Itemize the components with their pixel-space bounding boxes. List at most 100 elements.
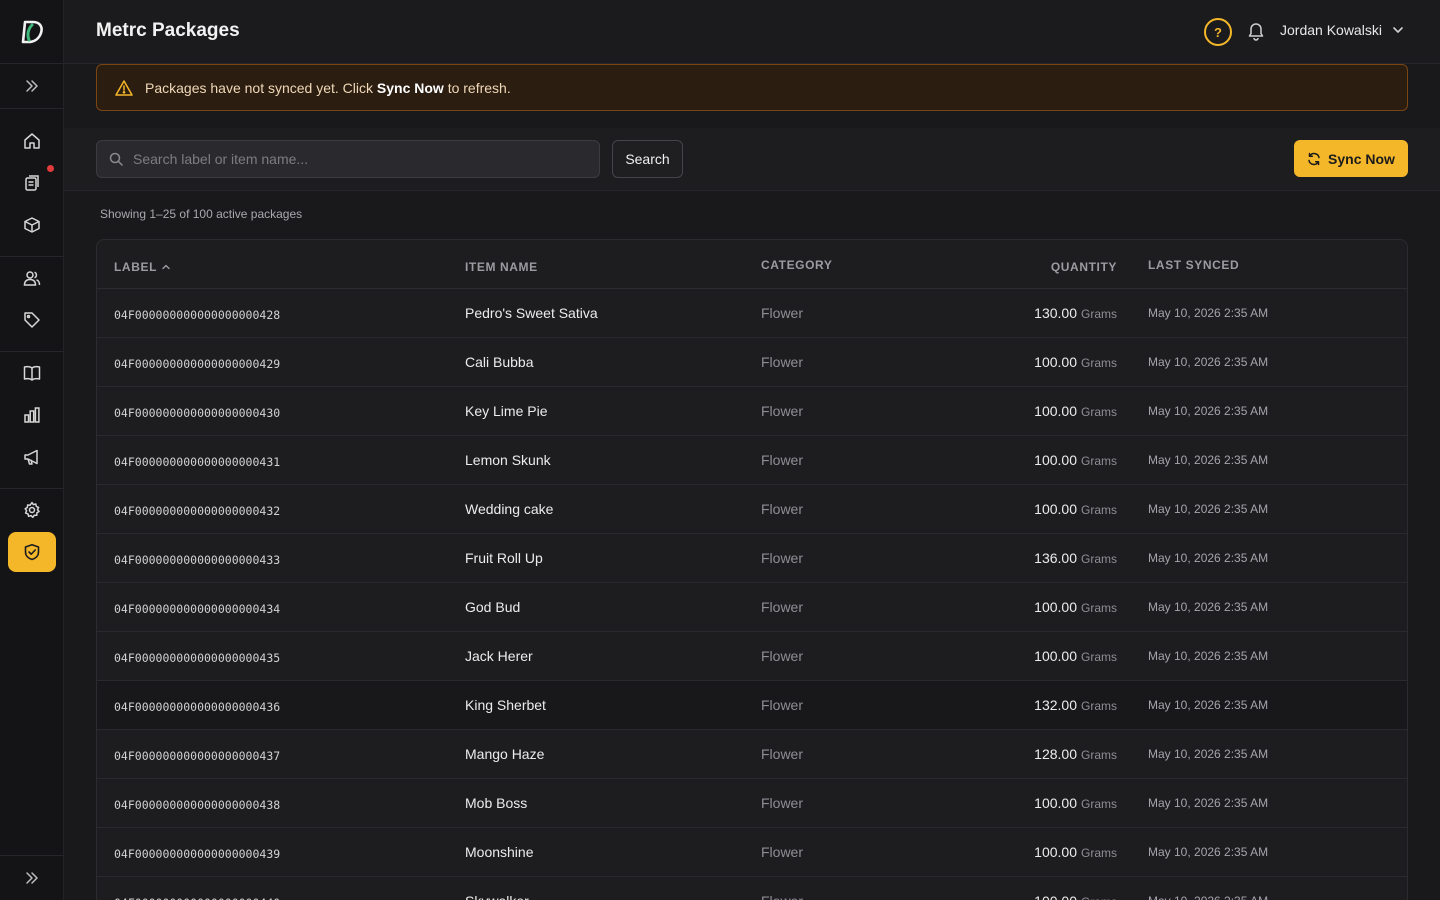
category: Flower — [761, 648, 804, 664]
package-label: 04F000000000000000000437 — [114, 749, 281, 763]
package-label: 04F000000000000000000434 — [114, 602, 281, 616]
sidebar-item-orders[interactable] — [8, 163, 56, 203]
gear-icon — [24, 501, 40, 519]
quantity-value: 100.00 — [1034, 403, 1077, 419]
quantity: 100.00 Grams — [1034, 893, 1117, 900]
category: Flower — [761, 403, 804, 419]
last-synced: May 10, 2026 2:35 AM — [1148, 894, 1268, 900]
last-synced: May 10, 2026 2:35 AM — [1148, 698, 1269, 712]
chevrons-right-icon — [26, 80, 38, 92]
last-synced: May 10, 2026 2:35 AM — [1148, 600, 1269, 614]
table-row[interactable]: 04F000000000000000000432 Wedding cake Flow… — [97, 485, 1407, 534]
item-name: Cali Bubba — [465, 354, 534, 370]
last-synced: May 10, 2026 2:35 AM — [1148, 747, 1269, 761]
sidebar-item-products[interactable] — [8, 205, 56, 245]
notifications-button[interactable] — [1246, 21, 1266, 46]
app-logo[interactable] — [0, 0, 64, 64]
search-field[interactable] — [96, 140, 600, 178]
table-row[interactable]: 04F000000000000000000430 Key Lime Pie Flow… — [97, 387, 1407, 436]
quantity: 100.00 Grams — [1034, 795, 1117, 811]
quantity-unit: Grams — [1081, 405, 1117, 419]
last-synced: May 10, 2026 2:35 AM — [1148, 796, 1269, 810]
quantity: 130.00 Grams — [1034, 305, 1117, 321]
quantity: 136.00 Grams — [1034, 550, 1117, 566]
last-synced: May 10, 2026 2:35 AM — [1148, 453, 1269, 467]
sidebar-item-compliance[interactable] — [8, 532, 56, 572]
sidebar-item-settings[interactable] — [8, 490, 56, 530]
logo-icon — [21, 20, 43, 43]
item-name: Wedding cake — [465, 501, 554, 517]
table-row[interactable]: 04F000000000000000000429 Cali Bubba Flower… — [97, 338, 1407, 387]
item-name: Mob Boss — [465, 795, 528, 811]
quantity-value: 128.00 — [1034, 746, 1077, 762]
bar-chart-icon — [24, 407, 40, 423]
megaphone-icon — [24, 449, 38, 465]
column-header-quantity[interactable]: QUANTITY — [1051, 260, 1117, 274]
quantity-unit: Grams — [1081, 454, 1117, 468]
sidebar-divider — [0, 488, 64, 489]
category: Flower — [761, 893, 803, 900]
last-synced: May 10, 2026 2:35 AM — [1148, 502, 1269, 516]
table-row[interactable]: 04F000000000000000000428 Pedro's Sweet Sa… — [97, 289, 1407, 338]
last-synced: May 10, 2026 2:35 AM — [1148, 845, 1269, 859]
category: Flower — [761, 746, 804, 762]
search-input[interactable] — [133, 151, 573, 167]
quantity-unit: Grams — [1081, 601, 1117, 615]
table-row[interactable]: 04F000000000000000000439 Moonshine Flower 1… — [97, 828, 1407, 877]
category: Flower — [761, 501, 804, 517]
quantity-unit: Grams — [1081, 699, 1117, 713]
item-name: Pedro's Sweet Sativa — [465, 305, 598, 321]
category: Flower — [761, 305, 804, 321]
quantity-unit: Grams — [1081, 552, 1117, 566]
category: Flower — [761, 452, 804, 468]
last-synced: May 10, 2026 2:35 AM — [1148, 355, 1269, 369]
item-name: Mango Haze — [465, 746, 545, 762]
sync-now-button[interactable]: Sync Now — [1294, 140, 1408, 177]
chevrons-right-icon — [26, 872, 38, 884]
sidebar-item-catalog[interactable] — [8, 353, 56, 393]
quantity: 100.00 Grams — [1034, 354, 1117, 370]
search-button[interactable]: Search — [612, 140, 683, 178]
item-name: King Sherbet — [465, 697, 546, 713]
sidebar-item-reports[interactable] — [8, 395, 56, 435]
sidebar-expand-button[interactable] — [0, 64, 64, 109]
tag-icon — [24, 312, 40, 328]
page-title: Metrc Packages — [96, 20, 240, 41]
sync-now-label: Sync Now — [1328, 150, 1395, 167]
sidebar-item-promotions[interactable] — [8, 300, 56, 340]
table-row[interactable]: 04F000000000000000000438 Mob Boss Flower 10… — [97, 779, 1407, 828]
table-row[interactable]: 04F000000000000000000434 God Bud Flower 100… — [97, 583, 1407, 632]
column-header-category[interactable]: CATEGORY — [761, 258, 832, 272]
quantity-unit: Grams — [1081, 650, 1117, 664]
sidebar-collapse-button[interactable] — [0, 855, 64, 900]
table-row[interactable]: 04F000000000000000000440 Skywalker Flower 1… — [97, 877, 1407, 900]
sidebar-divider — [0, 256, 64, 257]
table-row[interactable]: 04F000000000000000000436 King Sherbet Flow… — [97, 681, 1407, 730]
column-header-label[interactable]: LABEL — [114, 260, 171, 274]
help-icon: ? — [1214, 24, 1222, 40]
help-button[interactable]: ? — [1204, 18, 1232, 46]
table-row[interactable]: 04F000000000000000000433 Fruit Roll Up Flo… — [97, 534, 1407, 583]
shield-check-icon — [24, 544, 40, 561]
column-header-item-name[interactable]: ITEM NAME — [465, 260, 538, 274]
table-header: LABEL ITEM NAME CATEGORY QUANTITY LAST S… — [97, 240, 1407, 289]
quantity-unit: Grams — [1081, 797, 1117, 811]
sidebar-item-customers[interactable] — [8, 258, 56, 298]
item-name: Skywalker — [465, 893, 529, 900]
table-row[interactable]: 04F000000000000000000431 Lemon Skunk Flowe… — [97, 436, 1407, 485]
sidebar-divider — [0, 351, 64, 352]
table-row[interactable]: 04F000000000000000000435 Jack Herer Flower… — [97, 632, 1407, 681]
last-synced: May 10, 2026 2:35 AM — [1148, 306, 1269, 320]
quantity-value: 100.00 — [1034, 354, 1077, 370]
top-header: Metrc Packages ? Jordan Kowalski — [64, 0, 1440, 64]
category: Flower — [761, 550, 804, 566]
table-row[interactable]: 04F000000000000000000437 Mango Haze Flower… — [97, 730, 1407, 779]
box-icon — [24, 217, 40, 233]
sidebar-item-home[interactable] — [8, 121, 56, 161]
column-header-last-synced[interactable]: LAST SYNCED — [1148, 258, 1239, 272]
user-menu[interactable]: Jordan Kowalski — [1280, 22, 1404, 38]
package-label: 04F000000000000000000438 — [114, 798, 281, 812]
quantity-unit: Grams — [1081, 503, 1117, 517]
quantity: 100.00 Grams — [1034, 844, 1117, 860]
sidebar-item-marketing[interactable] — [8, 437, 56, 477]
